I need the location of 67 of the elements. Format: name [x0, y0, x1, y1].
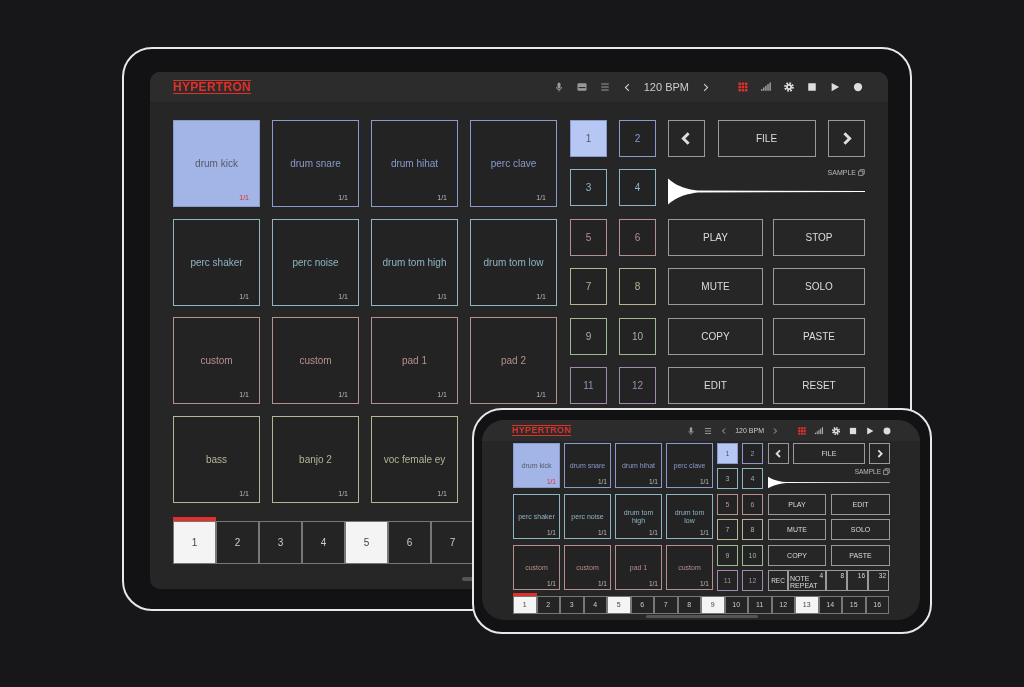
step-button[interactable]: 3 [259, 520, 302, 564]
settings-icon[interactable] [783, 81, 795, 93]
pad-name: pad 1 [402, 355, 427, 366]
pad-name: banjo 2 [299, 453, 332, 465]
pad-name: custom [299, 355, 332, 366]
pad-name: bass [205, 453, 228, 465]
settings-icon[interactable] [831, 425, 841, 436]
menu-icon[interactable] [703, 425, 714, 436]
record-icon[interactable] [882, 425, 892, 436]
action-button[interactable]: EDIT [668, 366, 763, 404]
slice-button[interactable]: 3 [570, 169, 607, 207]
previous-button[interactable] [768, 443, 789, 464]
pad-name: drum kick [195, 158, 238, 169]
signal-icon[interactable] [760, 81, 772, 93]
step-button[interactable]: 7 [431, 520, 474, 564]
stop-icon[interactable] [848, 425, 858, 436]
grid-icon[interactable] [797, 425, 807, 436]
action-button[interactable]: MUTE [668, 268, 763, 306]
pad-name: drum snare [290, 158, 341, 169]
next-button[interactable] [828, 120, 865, 157]
slice-button[interactable]: 4 [619, 169, 656, 207]
action-button[interactable]: STOP [773, 218, 865, 256]
app-logo: HYPERTRON [173, 79, 252, 95]
pad-name: voc female ey [383, 453, 446, 465]
slice-button[interactable]: 2 [619, 120, 656, 157]
step-button[interactable]: 4 [302, 520, 345, 564]
signal-icon[interactable] [814, 425, 824, 436]
panel-icon[interactable] [575, 81, 588, 93]
pad-name: drum tom low [483, 256, 544, 268]
file-button[interactable]: FILE [717, 120, 816, 157]
pad-name: custom [200, 355, 233, 366]
pad-name: drum tom high [382, 256, 447, 268]
grid-icon[interactable] [737, 81, 749, 93]
slice-button[interactable]: 11 [570, 366, 607, 404]
copy-icon[interactable] [883, 468, 890, 476]
pad-name: perc shaker [190, 256, 243, 268]
tempo-label: 120 BPM [643, 81, 689, 93]
record-icon[interactable] [852, 81, 864, 93]
step-button[interactable]: 6 [388, 520, 431, 564]
slice-button[interactable]: 7 [570, 268, 607, 306]
slice-button[interactable]: 9 [570, 317, 607, 355]
slice-button[interactable]: 1 [570, 120, 607, 157]
pad-name: drum hihat [390, 158, 439, 169]
slice-button[interactable]: 6 [619, 218, 656, 256]
copy-icon[interactable] [858, 169, 865, 177]
previous-button[interactable] [668, 120, 705, 157]
action-button[interactable]: SOLO [773, 268, 865, 306]
play-icon[interactable] [829, 81, 841, 93]
step-button[interactable]: 2 [216, 520, 259, 564]
pad-name: perc clave [490, 158, 537, 169]
next-button[interactable] [869, 443, 890, 464]
action-button[interactable]: RESET [773, 366, 865, 404]
slice-button[interactable]: 12 [619, 366, 656, 404]
slice-button[interactable]: 10 [619, 317, 656, 355]
pad-name: perc noise [292, 256, 339, 268]
step-button[interactable]: 5 [345, 520, 388, 564]
step-button[interactable]: 1 [173, 520, 216, 564]
action-button[interactable]: PLAY [668, 218, 763, 256]
play-icon[interactable] [865, 425, 875, 436]
slice-button[interactable]: 8 [619, 268, 656, 306]
action-button[interactable]: PASTE [773, 317, 865, 355]
microphone-icon[interactable] [686, 425, 697, 436]
slice-button[interactable]: 5 [570, 218, 607, 256]
stop-icon[interactable] [806, 81, 818, 93]
action-button[interactable]: COPY [668, 317, 763, 355]
app-logo: HYPERTRON [512, 424, 572, 437]
pad-name: pad 2 [501, 355, 526, 366]
